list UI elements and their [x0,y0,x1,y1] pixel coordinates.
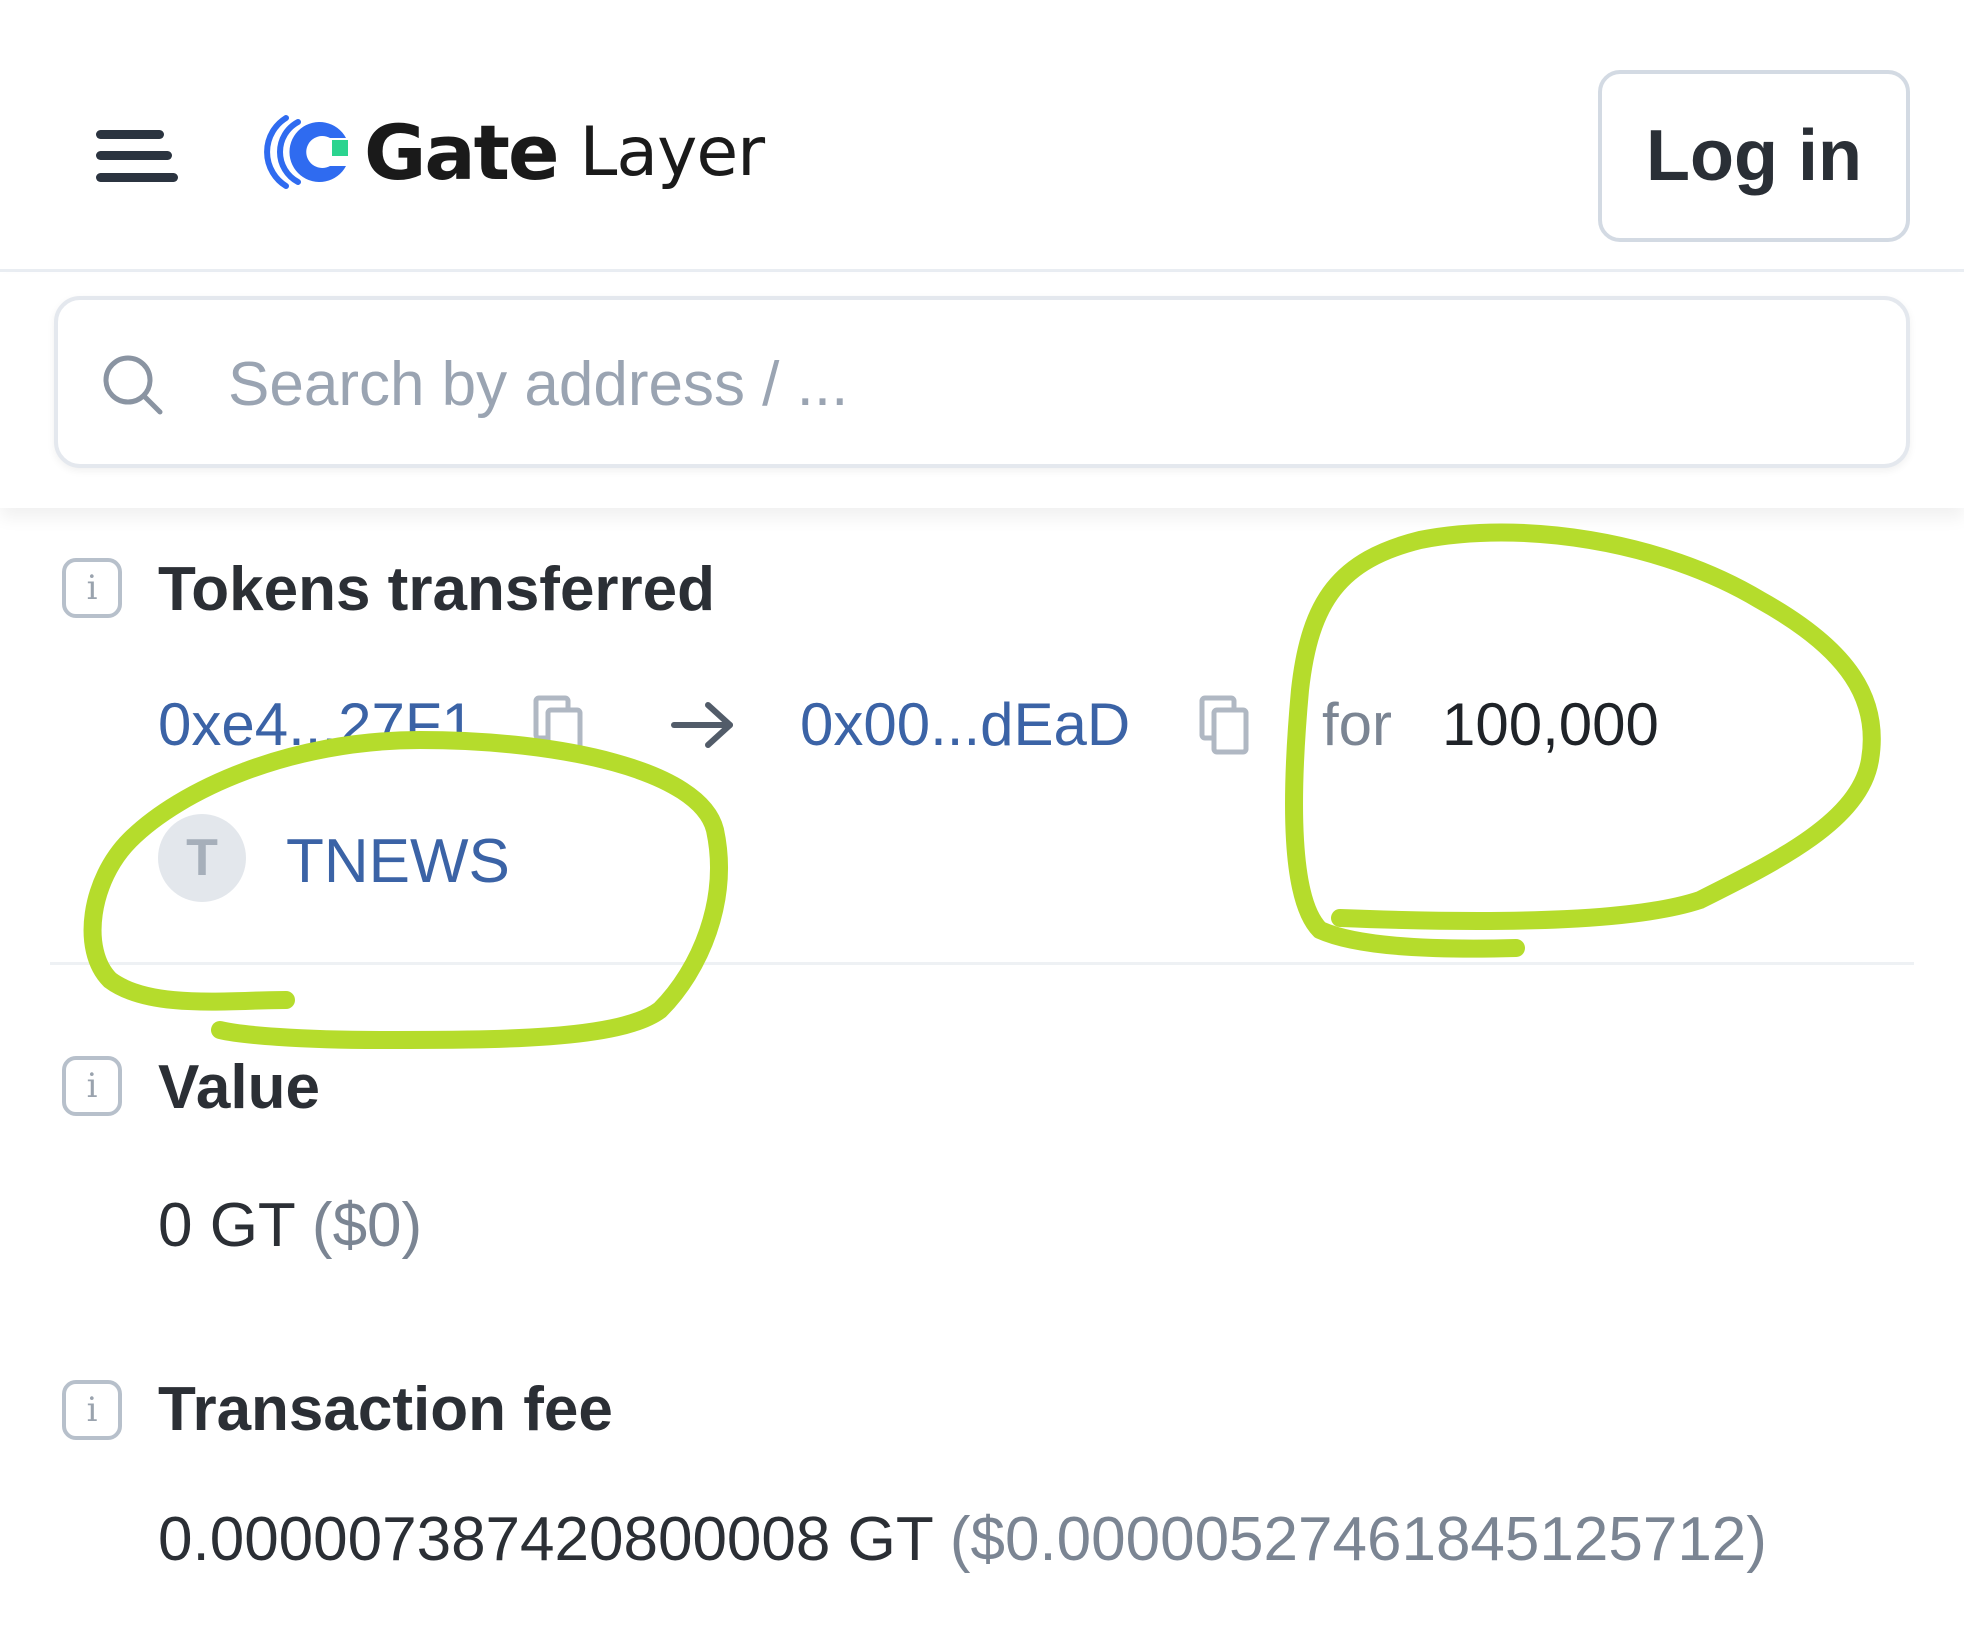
search-bar-section [0,274,1964,508]
search-input[interactable] [228,342,1728,426]
fee-usd: ($0.0000052746184512571­2) [949,1505,1767,1574]
transfer-amount: 100,000 [1442,691,1659,758]
section-divider [50,962,1914,965]
search-box[interactable] [54,296,1910,468]
copy-icon[interactable] [1198,694,1250,756]
info-icon[interactable]: i [62,1056,122,1116]
arrow-right-icon [671,702,733,748]
transaction-fee-title: Transaction fee [158,1375,613,1444]
info-icon[interactable]: i [62,558,122,618]
tokens-transferred-title: Tokens transferred [158,555,716,624]
transaction-details: i Tokens transferred 0xe4...27F1 0x00...… [0,508,1964,1648]
gate-layer-logo[interactable]: Gate Layer [264,104,766,200]
copy-icon[interactable] [532,694,584,756]
value-usd: ($0) [311,1191,423,1260]
fee-gt: 0.000007387420800008 GT [158,1505,933,1574]
logo-sub-text: Layer [579,112,766,192]
token-name-link[interactable]: TNEWS [286,826,510,897]
token-avatar: T [158,814,246,902]
top-header: Gate Layer Log in [0,0,1964,272]
hamburger-menu-icon[interactable] [96,126,182,186]
value-title: Value [158,1053,320,1122]
search-icon [103,355,163,415]
info-icon[interactable]: i [62,1380,122,1440]
logo-brand-text: Gate [364,107,560,197]
value-amount: 0 GT ($0) [158,1190,422,1261]
transaction-fee-amount: 0.000007387420800008 GT ($0.000005274618… [158,1504,1767,1575]
from-address-link[interactable]: 0xe4...27F1 [158,690,475,759]
for-label: for [1322,691,1393,758]
value-gt: 0 GT [158,1191,295,1260]
to-address-link[interactable]: 0x00...dEaD [800,690,1130,759]
gate-logo-icon [264,115,348,189]
login-button[interactable]: Log in [1598,70,1910,242]
